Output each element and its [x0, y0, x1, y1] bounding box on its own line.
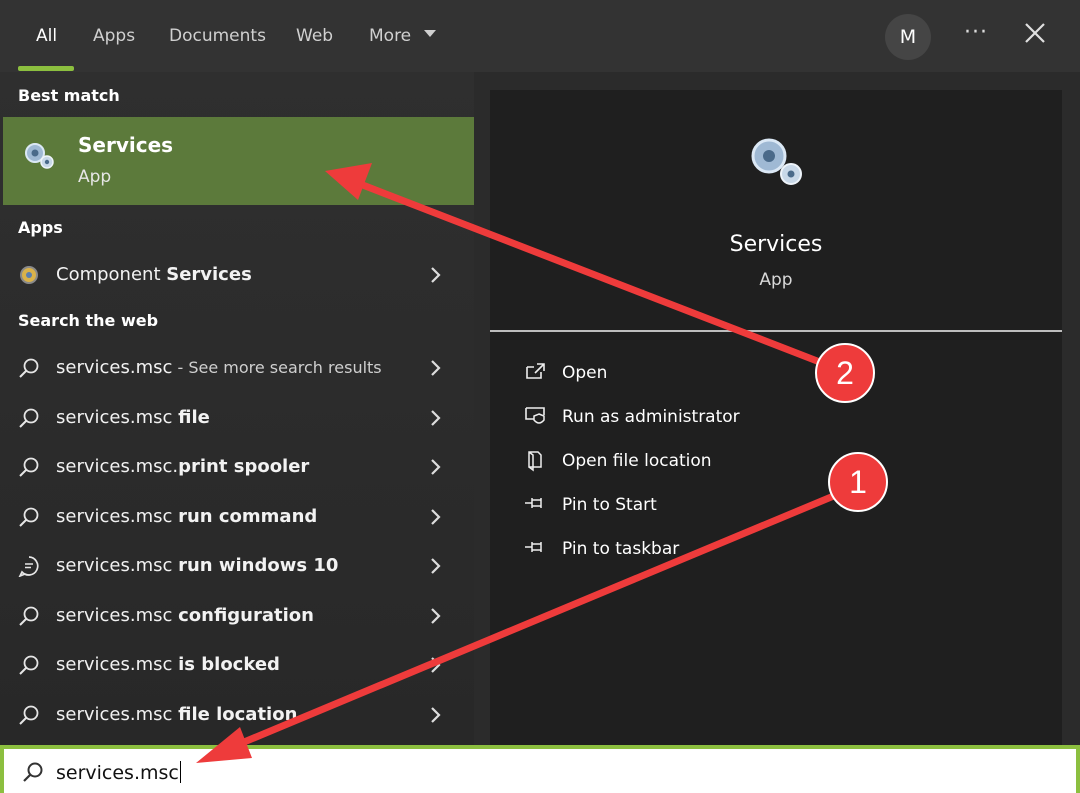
search-icon: [18, 654, 40, 680]
list-item[interactable]: Component Services: [0, 252, 474, 298]
search-icon: [23, 762, 43, 782]
open-file-location-label: Open file location: [562, 451, 712, 471]
search-icon: [18, 357, 40, 383]
annotation-badge-1: 1: [828, 452, 888, 512]
apps-header: Apps: [18, 218, 63, 237]
web-result-item[interactable]: services.msc - See more search results: [0, 345, 474, 391]
web-result-item[interactable]: services.msc.print spooler: [0, 444, 474, 490]
search-icon: [18, 704, 40, 730]
web-result-item[interactable]: services.msc configuration: [0, 593, 474, 639]
run-as-admin-label: Run as administrator: [562, 407, 740, 427]
chevron-right-icon: [430, 656, 442, 678]
search-input[interactable]: services.msc: [4, 749, 1076, 793]
search-query: services.msc: [56, 762, 179, 784]
avatar[interactable]: M: [885, 14, 931, 60]
services-gear-icon: [25, 143, 54, 169]
folder-icon: [528, 451, 542, 472]
tab-web[interactable]: Web: [296, 26, 333, 46]
search-icon: [18, 456, 40, 482]
open-icon: [526, 363, 545, 379]
pin-to-taskbar-label: Pin to taskbar: [562, 539, 680, 559]
pin-icon: [525, 542, 542, 552]
open-action[interactable]: Open: [520, 358, 820, 388]
chevron-right-icon: [430, 706, 442, 728]
web-result-label: services.msc is blocked: [56, 654, 280, 675]
divider: [490, 330, 1062, 332]
open-label: Open: [562, 363, 608, 383]
web-result-item[interactable]: services.msc file: [0, 395, 474, 441]
web-result-item[interactable]: services.msc is blocked: [0, 642, 474, 688]
pin-icon: [525, 498, 542, 508]
best-match-item[interactable]: [3, 117, 474, 205]
web-result-item[interactable]: services.msc run windows 10: [0, 543, 474, 589]
top-bar: All Apps Documents Web More M ···: [0, 0, 1080, 72]
shield-icon: [525, 407, 545, 424]
pin-to-start-action[interactable]: Pin to Start: [520, 490, 820, 520]
preview-subtitle: App: [759, 270, 793, 290]
web-result-item[interactable]: services.msc file location: [0, 692, 474, 738]
tab-apps[interactable]: Apps: [93, 26, 135, 46]
search-bar: services.msc: [0, 745, 1080, 793]
run-as-admin-action[interactable]: Run as administrator: [520, 402, 820, 432]
search-web-header: Search the web: [18, 311, 159, 330]
web-result-label: services.msc - See more search results: [56, 357, 382, 378]
web-result-label: services.msc configuration: [56, 605, 314, 626]
chevron-right-icon: [430, 458, 442, 480]
best-match-title: Services: [78, 133, 174, 157]
chat-icon: [18, 555, 40, 581]
best-match-header: Best match: [18, 86, 120, 105]
tab-more-label: More: [369, 26, 412, 46]
list-item-label: Component Services: [56, 264, 252, 285]
close-icon[interactable]: [1020, 18, 1050, 48]
chevron-right-icon: [430, 508, 442, 530]
web-result-label: services.msc run windows 10: [56, 555, 339, 576]
search-icon: [18, 506, 40, 532]
chevron-right-icon: [430, 409, 442, 431]
text-cursor: [179, 761, 181, 783]
component-services-icon: [20, 266, 38, 284]
chevron-right-icon: [430, 607, 442, 629]
annotation-badge-2: 2: [815, 343, 875, 403]
tab-all[interactable]: All: [36, 26, 57, 46]
search-icon: [18, 407, 40, 433]
pin-to-taskbar-action[interactable]: Pin to taskbar: [520, 534, 820, 564]
chevron-right-icon: [430, 359, 442, 381]
search-icon: [18, 605, 40, 631]
web-result-label: services.msc.print spooler: [56, 456, 310, 477]
preview-title: Services: [729, 232, 823, 257]
chevron-right-icon: [431, 267, 441, 283]
tab-more[interactable]: More: [369, 26, 437, 46]
pin-to-start-label: Pin to Start: [562, 495, 657, 515]
services-gear-icon: [751, 138, 802, 185]
chevron-right-icon: [430, 557, 442, 579]
web-result-label: services.msc run command: [56, 506, 318, 527]
best-match-subtitle: App: [78, 167, 112, 187]
open-file-location-action[interactable]: Open file location: [520, 446, 820, 476]
caret-down-icon: [423, 30, 436, 37]
more-options-button[interactable]: ···: [964, 20, 988, 45]
web-result-label: services.msc file: [56, 407, 210, 428]
web-result-item[interactable]: services.msc run command: [0, 494, 474, 540]
web-result-label: services.msc file location: [56, 704, 298, 725]
active-tab-indicator: [18, 66, 74, 71]
tab-documents[interactable]: Documents: [169, 26, 266, 46]
preview-pane: Services App Open Run as administrator O…: [490, 90, 1062, 745]
